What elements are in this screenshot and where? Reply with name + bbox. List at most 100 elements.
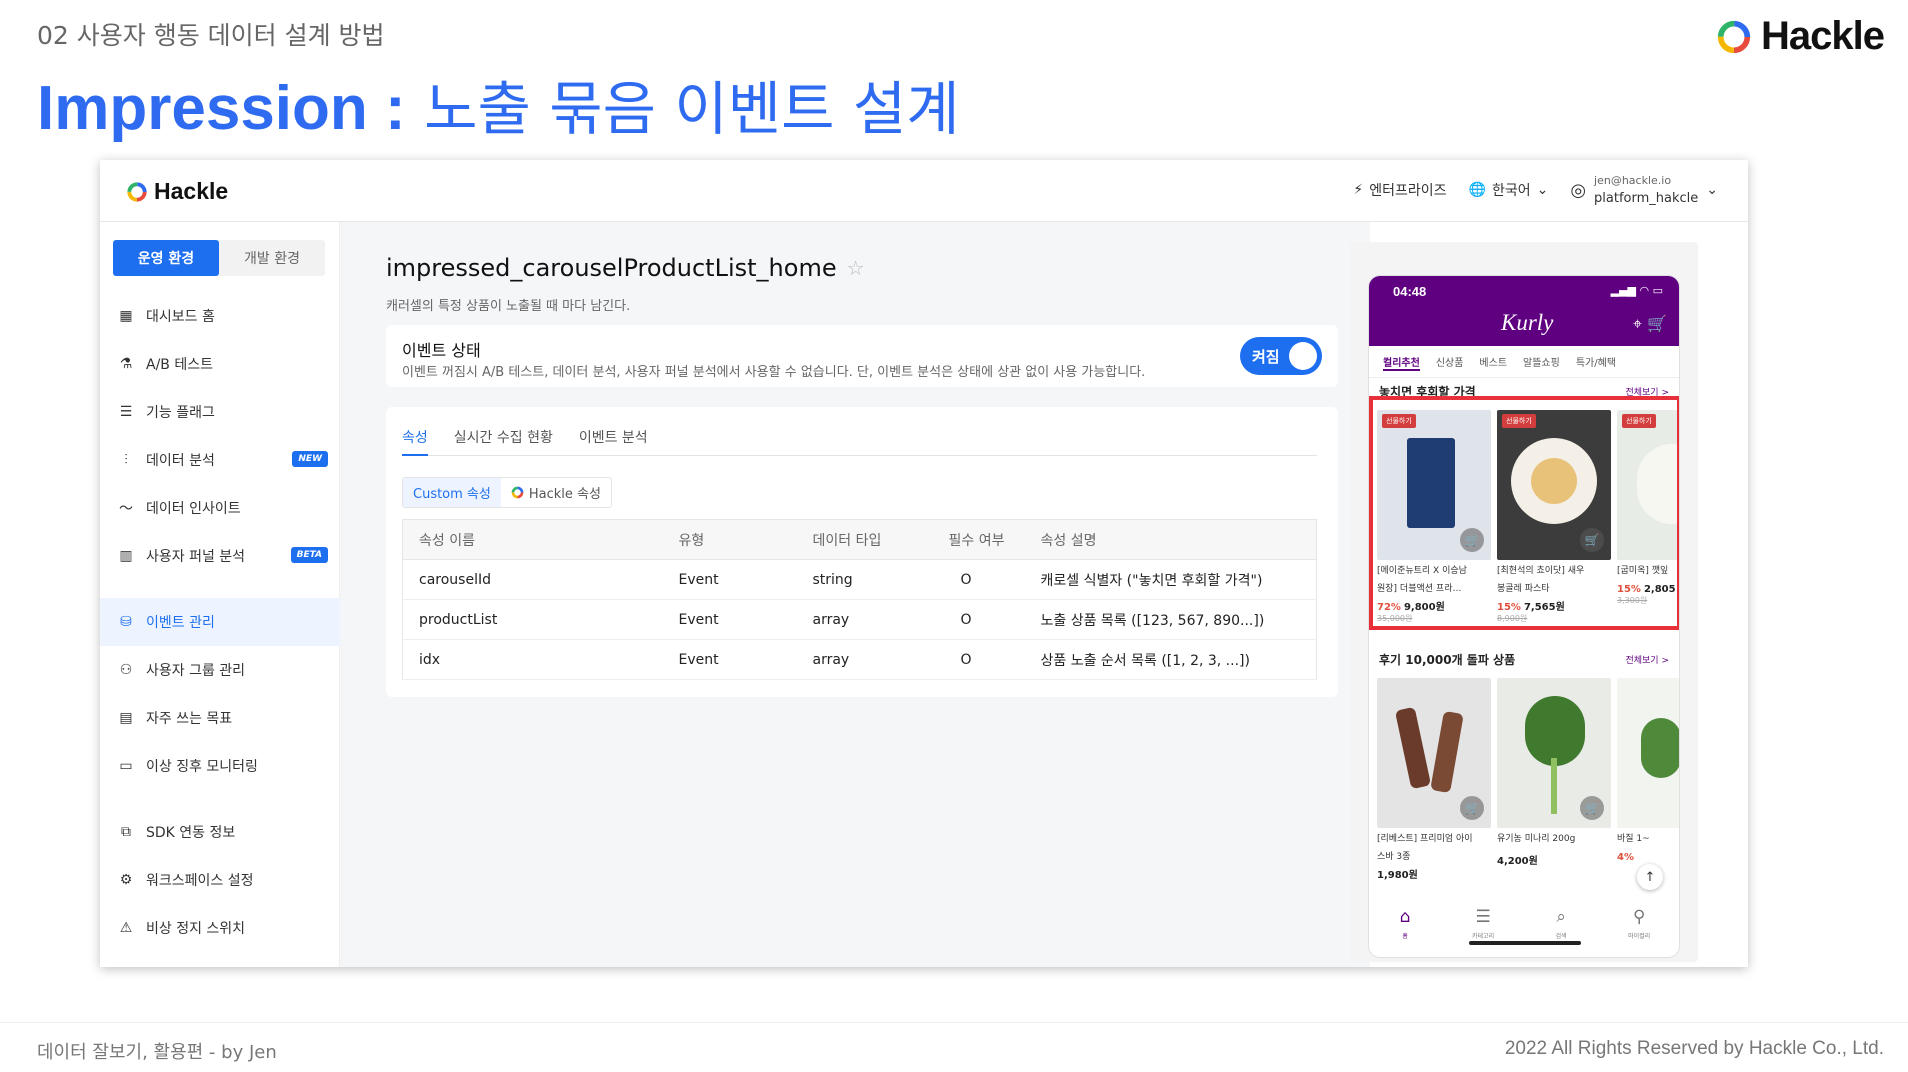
code-icon: ⧉ [121, 824, 131, 840]
table-row[interactable]: productList Event array O 노출 상품 목록 ([123… [402, 599, 1317, 640]
title-en: Impression : [37, 74, 406, 143]
event-status-toggle[interactable]: 켜짐 [1240, 337, 1322, 375]
title-ko: 노출 묶음 이벤트 설계 [424, 75, 960, 143]
sidebar-item-workspace-settings[interactable]: ⚙ 워크스페이스 설정 [100, 856, 340, 904]
phone-tab[interactable]: 알뜰쇼핑 [1523, 354, 1560, 371]
sidebar-item-feature-flag[interactable]: ☰ 기능 플래그 [100, 388, 340, 436]
sidebar-item-data-analysis[interactable]: ⫶ 데이터 분석 NEW [100, 436, 340, 484]
sidebar-item-frequent-goals[interactable]: ▤ 자주 쓰는 목표 [100, 694, 340, 742]
account-menu[interactable]: ◎ jen@hackle.io platform_hakcle ⌄ [1570, 172, 1718, 208]
sidebar-item-dashboard[interactable]: ▦ 대시보드 홈 [100, 292, 340, 340]
sidebar-item-label: 자주 쓰는 목표 [146, 711, 233, 727]
plan-menu[interactable]: ⚡ 엔터프라이즈 [1353, 180, 1446, 200]
subtab-custom[interactable]: Custom 속성 [403, 478, 501, 507]
table-row[interactable]: carouselId Event string O 캐로셀 식별자 ("놓치면 … [402, 559, 1317, 600]
table-header-row: 속성 이름 유형 데이터 타입 필수 여부 속성 설명 [402, 519, 1317, 560]
sidebar-item-anomaly[interactable]: ▭ 이상 징후 모니터링 [100, 742, 340, 790]
tab-event-analysis[interactable]: 이벤트 분석 [579, 427, 648, 455]
event-status-card: 이벤트 상태 이벤트 꺼짐시 A/B 테스트, 데이터 분석, 사용자 퍼널 분… [386, 325, 1338, 387]
product-price: 4% [1617, 852, 1634, 863]
nav-label: 카테고리 [1472, 933, 1495, 940]
scroll-top-button[interactable]: ↑ [1637, 864, 1663, 890]
language-select[interactable]: 🌐 한국어 ⌄ [1469, 180, 1549, 200]
app-logo[interactable]: Hackle [126, 178, 228, 205]
tab-properties[interactable]: 속성 [402, 427, 428, 456]
cart-icon[interactable]: 🛒 [1460, 796, 1484, 820]
sidebar-item-sdk[interactable]: ⧉ SDK 연동 정보 [100, 808, 340, 856]
arrow-up-icon: ↑ [1644, 869, 1656, 885]
sidebar-item-ab-test[interactable]: ⚗ A/B 테스트 [100, 340, 340, 388]
sidebar-item-data-insight[interactable]: 〜 데이터 인사이트 [100, 484, 340, 532]
nav-mykurly[interactable]: ⚲ 마이컬리 [1628, 907, 1650, 940]
sidebar-item-funnel[interactable]: ▥ 사용자 퍼널 분석 BETA [100, 532, 340, 580]
slide-section-label: 02 사용자 행동 데이터 설계 방법 [37, 21, 385, 50]
product-card[interactable]: 🛒 [리베스트] 프리미엄 아이 스바 3종 1,980원 [1377, 678, 1491, 881]
sliders-icon: ⫶ [124, 452, 128, 468]
product-card[interactable]: 바질 1~ 4% [1617, 678, 1679, 881]
see-all-link[interactable]: 전체보기 > [1625, 653, 1669, 666]
sidebar: 운영 환경 개발 환경 ▦ 대시보드 홈 ⚗ A/B 테스트 ☰ 기능 플래그 ⫶ 데이… [100, 222, 340, 967]
subtab-custom-label: Custom 속성 [413, 487, 491, 502]
dashboard-icon: ▦ [119, 308, 133, 324]
cell-required: O [932, 559, 1025, 600]
sidebar-item-label: 기능 플래그 [146, 405, 215, 421]
language-label: 한국어 [1491, 183, 1531, 199]
env-tab-production[interactable]: 운영 환경 [113, 240, 219, 276]
phone-tab[interactable]: 컬리추천 [1383, 354, 1420, 371]
phone-mockup: 04:48 ▂▄▆ ◠ ▭ Kurly ⌖ 🛒 컬리추천 신상품 베스트 알뜰쇼… [1368, 275, 1680, 958]
product-image: 🛒 [1497, 678, 1611, 828]
sidebar-item-label: SDK 연동 정보 [146, 825, 236, 841]
plan-label: 엔터프라이즈 [1369, 183, 1447, 199]
column-header: 속성 설명 [1024, 519, 1317, 560]
nav-search[interactable]: ⌕ 검색 [1556, 907, 1567, 940]
account-workspace: platform_hakcle [1594, 191, 1699, 206]
sidebar-nav: ▦ 대시보드 홈 ⚗ A/B 테스트 ☰ 기능 플래그 ⫶ 데이터 분석 NEW 〜 데이터… [100, 292, 340, 952]
hackle-logo-icon [511, 486, 524, 499]
home-indicator [1469, 941, 1581, 945]
phone-bottom-nav: ⌂ 홈 ☰ 카테고리 ⌕ 검색 ⚲ 마이컬리 [1369, 895, 1679, 957]
new-badge: NEW [292, 451, 328, 467]
cell-description: 상품 노출 순서 목록 ([1, 2, 3, ...]) [1024, 639, 1317, 680]
subtab-hackle-label: Hackle 속성 [528, 487, 601, 502]
signal-icon: ▂▄▆ ◠ ▭ [1610, 284, 1663, 297]
product-name: [리베스트] 프리미엄 아이 [1377, 834, 1473, 844]
star-icon[interactable]: ☆ [847, 256, 865, 280]
table-row[interactable]: idx Event array O 상품 노출 순서 목록 ([1, 2, 3,… [402, 639, 1317, 680]
column-header: 필수 여부 [932, 519, 1025, 560]
phone-time: 04:48 [1393, 284, 1427, 299]
location-cart-icons[interactable]: ⌖ 🛒 [1633, 314, 1667, 334]
nav-label: 홈 [1402, 933, 1408, 940]
account-email: jen@hackle.io [1594, 174, 1672, 187]
tab-realtime[interactable]: 실시간 수집 현황 [454, 427, 553, 455]
nav-home[interactable]: ⌂ 홈 [1400, 907, 1411, 940]
subtab-hackle[interactable]: Hackle 속성 [501, 478, 611, 507]
sidebar-item-user-groups[interactable]: ⚇ 사용자 그룹 관리 [100, 646, 340, 694]
nav-label: 검색 [1555, 933, 1567, 940]
monitor-icon: ▭ [119, 758, 133, 774]
database-icon: ⛁ [120, 614, 132, 630]
hackle-logo-icon [1717, 20, 1751, 53]
user-icon: ◎ [1570, 179, 1587, 201]
chevron-down-icon: ⌄ [1706, 182, 1718, 198]
toggle-knob [1289, 342, 1317, 370]
event-title: impressed_carouselProductList_home ☆ [386, 254, 865, 282]
sidebar-item-event-management[interactable]: ⛁ 이벤트 관리 [100, 598, 340, 646]
brand-name: Hackle [1761, 14, 1885, 58]
product-carousel-2: 🛒 [리베스트] 프리미엄 아이 스바 3종 1,980원 🛒 유기농 미나리 … [1369, 673, 1679, 881]
phone-tab[interactable]: 신상품 [1436, 354, 1464, 371]
impression-highlight-box [1369, 396, 1679, 630]
properties-table: 속성 이름 유형 데이터 타입 필수 여부 속성 설명 carouselId E… [402, 519, 1317, 680]
nav-category[interactable]: ☰ 카테고리 [1472, 907, 1494, 940]
sidebar-item-kill-switch[interactable]: ⚠ 비상 정지 스위치 [100, 904, 340, 952]
phone-tab[interactable]: 베스트 [1479, 354, 1507, 371]
product-card[interactable]: 🛒 유기농 미나리 200g 4,200원 [1497, 678, 1611, 881]
phone-tab[interactable]: 특가/혜택 [1576, 354, 1616, 371]
env-tab-development[interactable]: 개발 환경 [219, 240, 325, 276]
sidebar-item-label: A/B 테스트 [146, 357, 213, 373]
cart-icon[interactable]: 🛒 [1580, 796, 1604, 820]
kurly-logo: Kurly [1501, 310, 1554, 335]
cell-required: O [932, 639, 1025, 680]
product-image [1617, 678, 1679, 828]
sidebar-item-label: 이벤트 관리 [146, 615, 215, 631]
app-logo-text: Hackle [154, 178, 229, 204]
